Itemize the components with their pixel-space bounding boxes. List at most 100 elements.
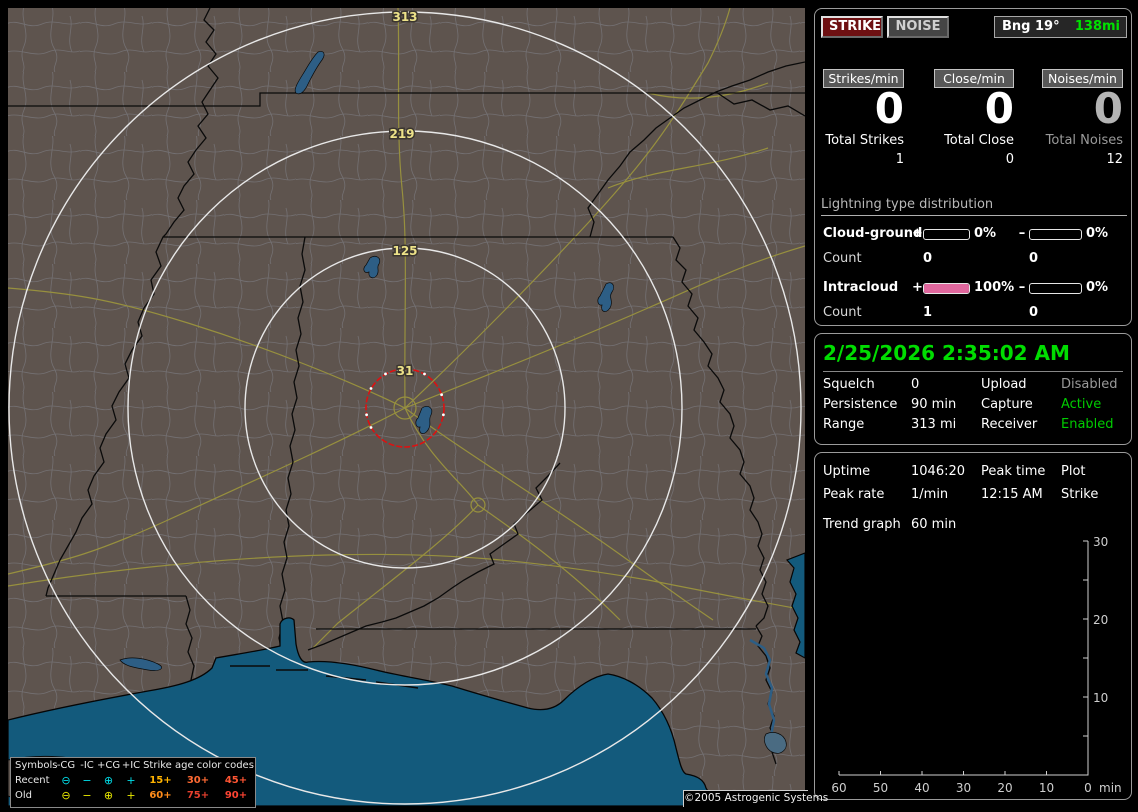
cloud-ground-label: Cloud-ground bbox=[823, 226, 923, 241]
strike-counters-panel: STRIKE NOISE Bng 19° 138mi Strikes/min C… bbox=[814, 8, 1132, 326]
range-label: Range bbox=[823, 417, 865, 432]
intracloud-count-row: Count 1 0 bbox=[815, 305, 1133, 321]
lightning-map[interactable]: 313 219 125 31 bbox=[8, 8, 805, 806]
close-per-min-value: 0 bbox=[984, 84, 1014, 133]
circle-plus-icon: ⊕ bbox=[103, 774, 114, 787]
legend-symbols-header: Symbols bbox=[15, 760, 58, 771]
nexstorm-window: 313 219 125 31 Symbols -CG -IC +CG +IC S… bbox=[0, 0, 1138, 812]
plus-icon: + bbox=[126, 789, 136, 802]
svg-text:60: 60 bbox=[831, 781, 846, 795]
ring-label-313: 313 bbox=[392, 10, 417, 24]
svg-text:50: 50 bbox=[873, 781, 888, 795]
range-row: Range 313 mi Receiver Enabled bbox=[815, 417, 1133, 435]
trend-x-ticks: 60 50 40 30 20 10 0 min bbox=[831, 781, 1121, 795]
legend-pcg-header: +CG bbox=[97, 760, 121, 771]
legend-nic-header: -IC bbox=[80, 760, 94, 771]
total-strikes-value: 1 bbox=[895, 152, 904, 167]
datetime-display: 2/25/2026 2:35:02 AM bbox=[823, 341, 1123, 372]
persistence-label: Persistence bbox=[823, 397, 898, 412]
legend-ncg-header: -CG bbox=[56, 760, 76, 771]
total-close-value: 0 bbox=[1005, 152, 1014, 167]
cg-plus-percent: 0% bbox=[974, 226, 997, 241]
receiver-status: Enabled bbox=[1061, 417, 1114, 432]
range-value: 313 mi bbox=[911, 417, 957, 432]
ic-minus-bar bbox=[1029, 283, 1082, 294]
noise-mode-button[interactable]: NOISE bbox=[887, 16, 949, 38]
cloud-ground-count-row: Count 0 0 bbox=[815, 251, 1133, 267]
circle-minus-icon: ⊖ bbox=[61, 774, 71, 787]
total-noises-label: Total Noises bbox=[1045, 133, 1123, 148]
svg-text:10: 10 bbox=[1093, 691, 1108, 705]
circle-plus-icon: ⊕ bbox=[103, 789, 114, 802]
peak-time-value: 12:15 AM bbox=[981, 487, 1043, 502]
ring-label-31: 31 bbox=[397, 364, 414, 378]
squelch-value: 0 bbox=[911, 377, 920, 392]
bearing-label: Bng 19° bbox=[1002, 19, 1060, 34]
strike-mode-button[interactable]: STRIKE bbox=[821, 16, 883, 38]
legend-old-row: Old ⊖ − ⊕ + 60+ 75+ 90+ bbox=[11, 788, 255, 803]
total-noises-value: 12 bbox=[1106, 152, 1123, 167]
ring-label-125: 125 bbox=[392, 244, 417, 258]
ic-minus-count: 0 bbox=[1029, 305, 1039, 320]
cg-minus-bar bbox=[1029, 229, 1082, 240]
svg-text:30: 30 bbox=[956, 781, 971, 795]
svg-text:0: 0 bbox=[1084, 781, 1092, 795]
intracloud-row: Intracloud + 100% – 0% bbox=[815, 280, 1133, 298]
total-close-label: Total Close bbox=[944, 133, 1014, 148]
svg-text:10: 10 bbox=[1039, 781, 1054, 795]
distribution-section-title: Lightning type distribution bbox=[821, 197, 1127, 216]
trend-graph-label: Trend graph bbox=[823, 517, 901, 532]
legend-pic-header: +IC bbox=[121, 760, 141, 771]
count-label: Count bbox=[823, 305, 862, 320]
svg-text:30: 30 bbox=[1093, 535, 1108, 549]
total-strikes-label: Total Strikes bbox=[825, 133, 904, 148]
peak-rate-row: Peak rate 1/min 12:15 AM Strike bbox=[815, 487, 1133, 505]
persistence-value: 90 min bbox=[911, 397, 957, 412]
legend-header-row: Symbols -CG -IC +CG +IC Strike age color… bbox=[11, 758, 255, 773]
plus-sign: + bbox=[912, 280, 923, 295]
minus-icon: − bbox=[82, 789, 92, 802]
legend-recent-label: Recent bbox=[15, 775, 50, 786]
svg-text:20: 20 bbox=[1093, 613, 1108, 627]
cg-plus-bar bbox=[923, 229, 970, 240]
cg-minus-count: 0 bbox=[1029, 251, 1039, 266]
svg-text:20: 20 bbox=[997, 781, 1012, 795]
plus-icon: + bbox=[126, 774, 136, 787]
copyright-notice: ©2005 Astrogenic Systems bbox=[683, 790, 828, 807]
receiver-label: Receiver bbox=[981, 417, 1038, 432]
trend-graph-duration: 60 min bbox=[911, 517, 957, 532]
age-code-15: 15+ bbox=[149, 775, 172, 786]
legend-age-header: Strike age color codes bbox=[143, 760, 254, 771]
age-code-90: 90+ bbox=[224, 790, 248, 801]
ic-plus-bar-fill bbox=[924, 284, 969, 293]
peak-rate-label: Peak rate bbox=[823, 487, 885, 502]
plot-label: Plot bbox=[1061, 464, 1086, 479]
minus-icon: − bbox=[82, 774, 92, 787]
capture-label: Capture bbox=[981, 397, 1033, 412]
ic-plus-percent: 100% bbox=[974, 280, 1015, 295]
ic-plus-count: 1 bbox=[923, 305, 933, 320]
persistence-row: Persistence 90 min Capture Active bbox=[815, 397, 1133, 415]
noises-per-min-value: 0 bbox=[1093, 84, 1123, 133]
legend-recent-row: Recent ⊖ − ⊕ + 15+ 30+ 45+ bbox=[11, 773, 255, 788]
uptime-label: Uptime bbox=[823, 464, 871, 479]
x-axis-unit: min bbox=[1099, 781, 1122, 795]
trend-panel: Uptime 1046:20 Peak time Plot Peak rate … bbox=[814, 452, 1132, 800]
count-label: Count bbox=[823, 251, 862, 266]
ic-minus-percent: 0% bbox=[1086, 280, 1109, 295]
minus-sign: – bbox=[1018, 226, 1026, 241]
map-canvas: 313 219 125 31 bbox=[8, 8, 805, 806]
cloud-ground-row: Cloud-ground + 0% – 0% bbox=[815, 226, 1133, 244]
map-legend: Symbols -CG -IC +CG +IC Strike age color… bbox=[10, 757, 256, 808]
legend-old-label: Old bbox=[15, 790, 32, 801]
plot-type-value: Strike bbox=[1061, 487, 1099, 502]
bearing-distance: 138mi bbox=[1074, 19, 1120, 34]
minus-sign: – bbox=[1018, 280, 1026, 295]
trend-y-ticks: 30 20 10 bbox=[1093, 535, 1108, 705]
uptime-row: Uptime 1046:20 Peak time Plot bbox=[815, 464, 1133, 482]
trend-graph: 30 20 10 60 50 40 30 20 10 0 min bbox=[831, 535, 1121, 795]
upload-label: Upload bbox=[981, 377, 1027, 392]
age-code-75: 75+ bbox=[186, 790, 210, 801]
peak-rate-value: 1/min bbox=[911, 487, 949, 502]
squelch-label: Squelch bbox=[823, 377, 875, 392]
